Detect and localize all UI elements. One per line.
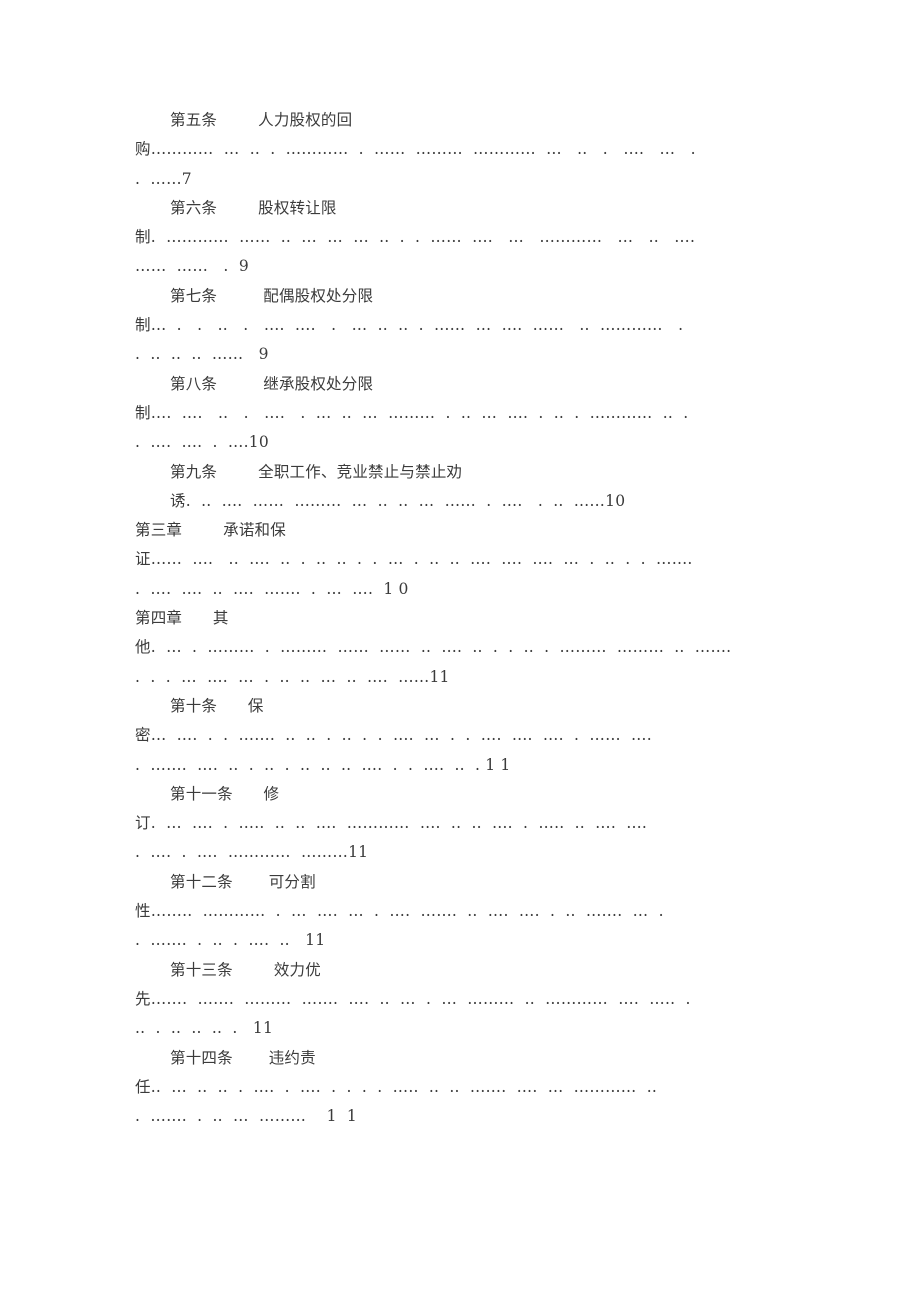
toc-entry-heading-line: 第八条 继承股权处分限 (170, 374, 374, 393)
toc-entry-heading-line: 第十三条 效力优 (170, 960, 321, 979)
toc-entry-heading-line: 第三章 承诺和保 (135, 521, 286, 540)
toc-entry-leader-line: 性…….. ………… . … …. … . …. ……. .. …. …. . … (135, 902, 664, 921)
toc-entry-heading-line: 第六条 股权转让限 (170, 198, 337, 217)
toc-entry-leader-line: . …. …. .. …. ……. . … …. 1 0 (135, 579, 409, 598)
table-of-contents: 第五条 人力股权的回购………… … .. . ………… . …… ……… ………… (135, 106, 790, 1131)
toc-entry-leader-line: .. . .. .. .. . 11 (135, 1019, 274, 1038)
toc-entry-heading-line: 第十一条 修 (170, 784, 280, 803)
toc-entry-heading-line: 第五条 人力股权的回 (170, 111, 353, 129)
toc-entry-leader-line: . ……. …. .. . .. . .. .. .. …. . . …. ..… (135, 755, 511, 774)
toc-entry-leader-line: . .. .. .. …… 9 (135, 345, 269, 364)
toc-entry-leader-line: 密… …. . . ……. .. .. . .. . . …. … . . ….… (135, 726, 652, 745)
toc-entry-leader-line: . ……. . .. … ……… 1 1 (135, 1107, 357, 1126)
toc-entry-leader-line: . …. …. . ….10 (135, 433, 269, 452)
toc-entry-leader-line: . …. . …. ………… ………11 (135, 843, 369, 862)
toc-entry-leader-line: 制… . . .. . …. …. . … .. .. . …… … …. ……… (135, 316, 684, 335)
toc-entry-leader-line: 证…… …. .. …. .. . .. .. . . … . .. .. ….… (135, 550, 693, 569)
toc-entry-heading-line: 第十条 保 (170, 696, 264, 715)
toc-entry-leader-line: . . . … …. … . .. .. … .. …. ……11 (135, 667, 450, 686)
toc-entry-leader-line: …… …… . 9 (135, 257, 249, 276)
toc-entry-heading-line: 第七条 配偶股权处分限 (170, 286, 374, 305)
toc-entry-leader-line: 他. … . ……… . ……… …… …… .. …. .. . . .. .… (135, 638, 732, 657)
toc-entry-leader-line: 任.. … .. .. . …. . …. . . . . ….. .. .. … (135, 1077, 657, 1096)
toc-entry-heading-line: 第十二条 可分割 (170, 872, 316, 891)
toc-entry-leader-line: 先……. ……. ……… ……. …. .. … . … ……… .. …………… (135, 989, 691, 1008)
toc-entry-leader-line: 制. ………… …… .. … … … .. . . …… …. … ………… … (135, 228, 696, 247)
toc-entry-heading-line: 第十四条 违约责 (170, 1048, 316, 1067)
toc-entry-leader-line: . ……. . .. . …. .. 11 (135, 931, 326, 950)
toc-entry-leader-line: 购………… … .. . ………… . …… ……… ………… … .. . …… (135, 140, 696, 159)
toc-entry-leader-line: 诱. .. …. …… ……… … .. .. … …… . …. . .. …… (170, 491, 626, 510)
toc-entry-leader-line: 订. … …. . ….. .. .. …. ………… …. .. .. …. … (135, 814, 648, 833)
document-page: 第五条 人力股权的回购………… … .. . ………… . …… ……… ………… (0, 0, 920, 1302)
toc-entry-heading-line: 第九条 全职工作、竞业禁止与禁止劝 (170, 462, 463, 481)
toc-entry-leader-line: 制…. …. .. . …. . … .. … ……… . .. … …. . … (135, 403, 689, 422)
toc-entry-leader-line: . ……7 (135, 169, 192, 188)
toc-entry-heading-line: 第四章 其 (135, 609, 229, 628)
